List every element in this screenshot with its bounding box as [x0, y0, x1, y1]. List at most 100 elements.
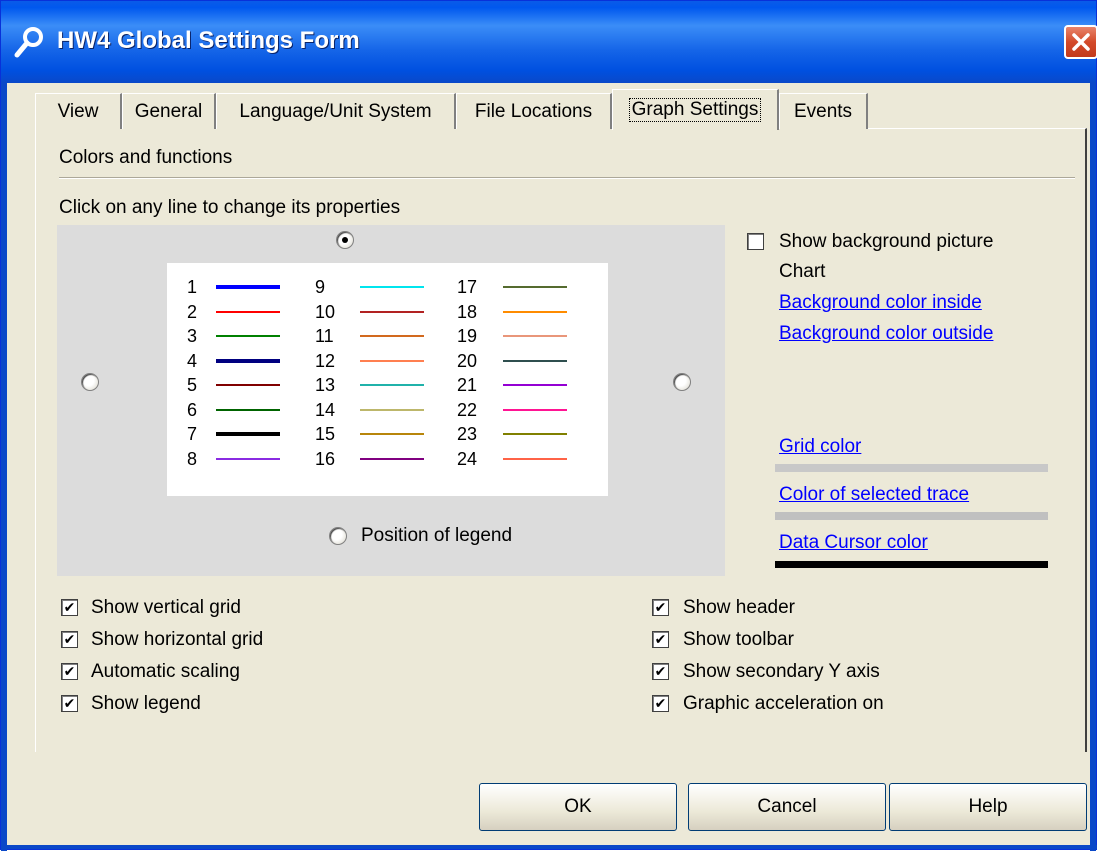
legend-entry-line[interactable]	[360, 457, 424, 460]
legend-entry-line[interactable]	[216, 358, 280, 363]
show-secondary-y-axis-label: Show secondary Y axis	[683, 661, 880, 682]
graphic-acceleration-checkbox[interactable]: ✔	[652, 695, 669, 712]
legend-entry-number: 3	[187, 326, 198, 346]
close-button[interactable]	[1064, 25, 1097, 59]
settings-window: HW4 Global Settings Form View General La…	[0, 0, 1097, 851]
cancel-button[interactable]: Cancel	[688, 783, 886, 831]
legend-entry-line[interactable]	[360, 408, 424, 411]
legend-entry-line[interactable]	[216, 310, 280, 313]
legend-preview[interactable]: 1 2 3 4 5 6 7 8 9 10 11 12 13 14 15 16 17 18 19 20 21 22 23 24	[167, 263, 608, 496]
show-horizontal-grid-checkbox[interactable]: ✔	[61, 631, 78, 648]
tab-label: Events	[793, 100, 853, 122]
tab-graph-settings[interactable]: Graph Settings	[612, 89, 779, 130]
legend-position-label: Position of legend	[361, 525, 513, 546]
legend-entry-line[interactable]	[503, 286, 567, 288]
selected-trace-color-swatch	[775, 512, 1048, 520]
legend-entry-line[interactable]	[503, 457, 567, 460]
legend-entry-line[interactable]	[503, 408, 567, 411]
legend-entry-line[interactable]	[360, 359, 424, 362]
tab-events[interactable]: Events	[779, 93, 868, 129]
radio-selected-dot	[342, 237, 348, 243]
legend-entry-line[interactable]	[360, 310, 424, 313]
legend-entry-number: 20	[457, 350, 478, 371]
tab-label: File Locations	[474, 100, 593, 122]
legend-entry-line[interactable]	[360, 286, 424, 288]
automatic-scaling-checkbox[interactable]: ✔	[61, 663, 78, 680]
background-color-outside-link[interactable]: Background color outside	[779, 323, 993, 345]
ok-button[interactable]: OK	[479, 783, 677, 831]
legend-entry-number: 7	[187, 424, 198, 444]
legend-entry-number: 6	[187, 399, 198, 420]
legend-position-bottom-radio[interactable]	[329, 527, 347, 545]
window-frame-right	[1090, 83, 1096, 851]
window-frame-left	[1, 83, 7, 851]
legend-entry-number: 16	[315, 448, 336, 469]
legend-entry-number: 18	[457, 301, 478, 322]
show-vertical-grid-checkbox[interactable]: ✔	[61, 599, 78, 616]
legend-entry-line[interactable]	[360, 335, 424, 337]
legend-position-left-radio[interactable]	[81, 373, 99, 391]
window-frame-bottom	[1, 845, 1097, 849]
legend-entry-line[interactable]	[503, 335, 567, 337]
close-icon	[1072, 33, 1090, 51]
tab-label: View	[57, 100, 99, 122]
data-cursor-color-swatch	[775, 561, 1048, 568]
legend-entry-line[interactable]	[216, 457, 280, 460]
show-legend-label: Show legend	[91, 693, 201, 714]
title-bar[interactable]: HW4 Global Settings Form	[1, 1, 1097, 83]
show-secondary-y-axis-checkbox[interactable]: ✔	[652, 663, 669, 680]
show-vertical-grid-label: Show vertical grid	[91, 597, 241, 618]
tab-language-unit-system[interactable]: Language/Unit System	[216, 93, 456, 129]
legend-entry-number: 17	[457, 277, 478, 297]
help-button[interactable]: Help	[889, 783, 1087, 831]
legend-entry-number: 21	[457, 375, 478, 395]
legend-entry-line[interactable]	[503, 310, 567, 313]
legend-entry-number: 23	[457, 424, 478, 444]
legend-entry-line[interactable]	[503, 433, 567, 435]
legend-entry-number: 2	[187, 301, 198, 322]
legend-entry-number: 11	[315, 326, 334, 346]
tab-file-locations[interactable]: File Locations	[456, 93, 612, 129]
legend-position-right-radio[interactable]	[673, 373, 691, 391]
data-cursor-color-link[interactable]: Data Cursor color	[779, 532, 928, 554]
show-legend-checkbox[interactable]: ✔	[61, 695, 78, 712]
grid-color-link[interactable]: Grid color	[779, 436, 861, 458]
legend-entry-number: 4	[187, 350, 198, 371]
legend-entry-line[interactable]	[503, 359, 567, 362]
tab-label: Language/Unit System	[239, 100, 432, 122]
tab-label: General	[134, 100, 203, 122]
background-color-inside-link[interactable]: Background color inside	[779, 292, 982, 314]
graphic-acceleration-label: Graphic acceleration on	[683, 693, 884, 714]
show-background-picture-checkbox[interactable]	[747, 233, 764, 250]
tab-general[interactable]: General	[122, 93, 216, 129]
show-toolbar-label: Show toolbar	[683, 629, 794, 650]
legend-entry-number: 15	[315, 424, 336, 444]
show-toolbar-checkbox[interactable]: ✔	[652, 631, 669, 648]
legend-entry-number: 22	[457, 399, 478, 420]
show-background-picture-label: Show background picture	[779, 231, 994, 252]
section-title: Colors and functions	[59, 147, 233, 168]
legend-entry-number: 9	[315, 277, 326, 297]
legend-position-top-radio[interactable]	[336, 231, 354, 249]
legend-entry-line[interactable]	[216, 408, 280, 411]
legend-entry-number: 24	[457, 448, 478, 469]
legend-entry-line[interactable]	[360, 384, 424, 386]
legend-entry-number: 12	[315, 350, 336, 371]
legend-entry-line[interactable]	[503, 384, 567, 386]
legend-entry-line[interactable]	[360, 433, 424, 435]
selected-trace-color-link[interactable]: Color of selected trace	[779, 484, 969, 506]
legend-entry-number: 10	[315, 301, 336, 322]
show-header-checkbox[interactable]: ✔	[652, 599, 669, 616]
tab-label: Graph Settings	[628, 98, 762, 122]
show-horizontal-grid-label: Show horizontal grid	[91, 629, 264, 650]
legend-entry-line[interactable]	[216, 335, 280, 337]
legend-entry-line[interactable]	[216, 432, 280, 436]
legend-entry-number: 8	[187, 448, 198, 469]
tab-view[interactable]: View	[35, 93, 122, 129]
grid-color-swatch	[775, 464, 1048, 472]
legend-entry-line[interactable]	[216, 285, 280, 289]
legend-entry-line[interactable]	[216, 384, 280, 386]
window-title: HW4 Global Settings Form	[57, 27, 360, 54]
chart-label: Chart	[779, 261, 826, 282]
legend-entry-number: 13	[315, 375, 336, 395]
